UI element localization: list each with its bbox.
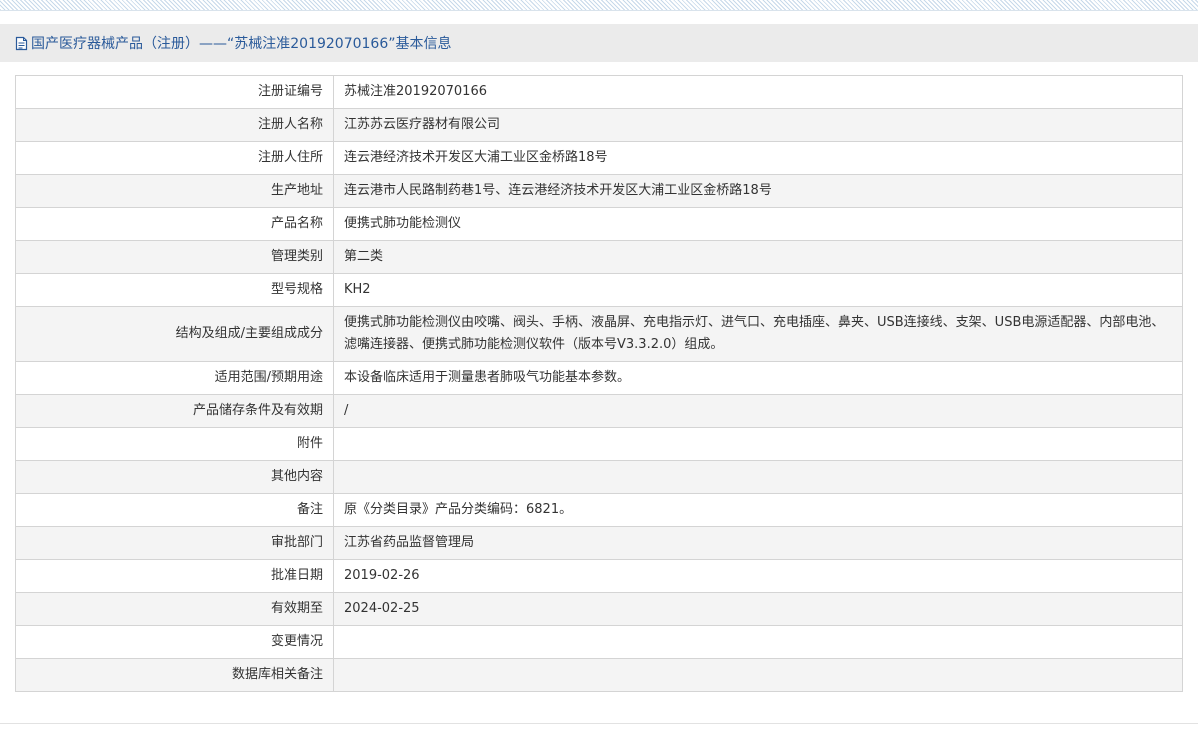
page-title: 国产医疗器械产品（注册）——“苏械注准20192070166”基本信息 xyxy=(31,36,452,52)
document-icon xyxy=(15,36,28,51)
row-label: 管理类别 xyxy=(15,240,334,274)
row-label: 有效期至 xyxy=(15,592,334,626)
table-row: 批准日期 2019-02-26 xyxy=(15,559,1183,593)
row-value xyxy=(333,460,1183,494)
info-table: 注册证编号 苏械注准20192070166 注册人名称 江苏苏云医疗器材有限公司… xyxy=(15,75,1183,692)
row-label: 数据库相关备注 xyxy=(15,658,334,692)
table-row: 附件 xyxy=(15,427,1183,461)
table-row: 变更情况 xyxy=(15,625,1183,659)
table-row: 适用范围/预期用途 本设备临床适用于测量患者肺吸气功能基本参数。 xyxy=(15,361,1183,395)
table-row: 产品名称 便携式肺功能检测仪 xyxy=(15,207,1183,241)
row-value: 连云港经济技术开发区大浦工业区金桥路18号 xyxy=(333,141,1183,175)
row-label: 注册人名称 xyxy=(15,108,334,142)
row-label: 其他内容 xyxy=(15,460,334,494)
row-value: KH2 xyxy=(333,273,1183,307)
table-row: 有效期至 2024-02-25 xyxy=(15,592,1183,626)
row-label: 结构及组成/主要组成成分 xyxy=(15,306,334,362)
row-label: 变更情况 xyxy=(15,625,334,659)
row-value xyxy=(333,625,1183,659)
bottom-divider xyxy=(0,723,1198,724)
row-value xyxy=(333,427,1183,461)
row-label: 附件 xyxy=(15,427,334,461)
table-row: 型号规格 KH2 xyxy=(15,273,1183,307)
table-row: 结构及组成/主要组成成分 便携式肺功能检测仪由咬嘴、阀头、手柄、液晶屏、充电指示… xyxy=(15,306,1183,362)
table-row: 生产地址 连云港市人民路制药巷1号、连云港经济技术开发区大浦工业区金桥路18号 xyxy=(15,174,1183,208)
top-decorative-stripe xyxy=(0,0,1198,11)
row-label: 批准日期 xyxy=(15,559,334,593)
table-row: 数据库相关备注 xyxy=(15,658,1183,692)
row-label: 审批部门 xyxy=(15,526,334,560)
row-value: 本设备临床适用于测量患者肺吸气功能基本参数。 xyxy=(333,361,1183,395)
row-label: 适用范围/预期用途 xyxy=(15,361,334,395)
row-label: 产品名称 xyxy=(15,207,334,241)
table-row: 注册人名称 江苏苏云医疗器材有限公司 xyxy=(15,108,1183,142)
row-label: 生产地址 xyxy=(15,174,334,208)
row-value xyxy=(333,658,1183,692)
row-value: 苏械注准20192070166 xyxy=(333,75,1183,109)
table-row: 注册证编号 苏械注准20192070166 xyxy=(15,75,1183,109)
row-label: 备注 xyxy=(15,493,334,527)
row-label: 产品储存条件及有效期 xyxy=(15,394,334,428)
row-value: 连云港市人民路制药巷1号、连云港经济技术开发区大浦工业区金桥路18号 xyxy=(333,174,1183,208)
row-label: 型号规格 xyxy=(15,273,334,307)
page-title-bar: 国产医疗器械产品（注册）——“苏械注准20192070166”基本信息 xyxy=(0,24,1198,62)
row-value: 江苏苏云医疗器材有限公司 xyxy=(333,108,1183,142)
row-value: 第二类 xyxy=(333,240,1183,274)
row-label: 注册证编号 xyxy=(15,75,334,109)
table-row: 管理类别 第二类 xyxy=(15,240,1183,274)
row-value: 便携式肺功能检测仪 xyxy=(333,207,1183,241)
table-row: 注册人住所 连云港经济技术开发区大浦工业区金桥路18号 xyxy=(15,141,1183,175)
table-row: 其他内容 xyxy=(15,460,1183,494)
table-row: 审批部门 江苏省药品监督管理局 xyxy=(15,526,1183,560)
row-value: 原《分类目录》产品分类编码：6821。 xyxy=(333,493,1183,527)
table-row: 产品储存条件及有效期 / xyxy=(15,394,1183,428)
row-value: 便携式肺功能检测仪由咬嘴、阀头、手柄、液晶屏、充电指示灯、进气口、充电插座、鼻夹… xyxy=(333,306,1183,362)
row-value: 2024-02-25 xyxy=(333,592,1183,626)
row-value: / xyxy=(333,394,1183,428)
row-value: 江苏省药品监督管理局 xyxy=(333,526,1183,560)
row-value: 2019-02-26 xyxy=(333,559,1183,593)
row-label: 注册人住所 xyxy=(15,141,334,175)
table-row: 备注 原《分类目录》产品分类编码：6821。 xyxy=(15,493,1183,527)
